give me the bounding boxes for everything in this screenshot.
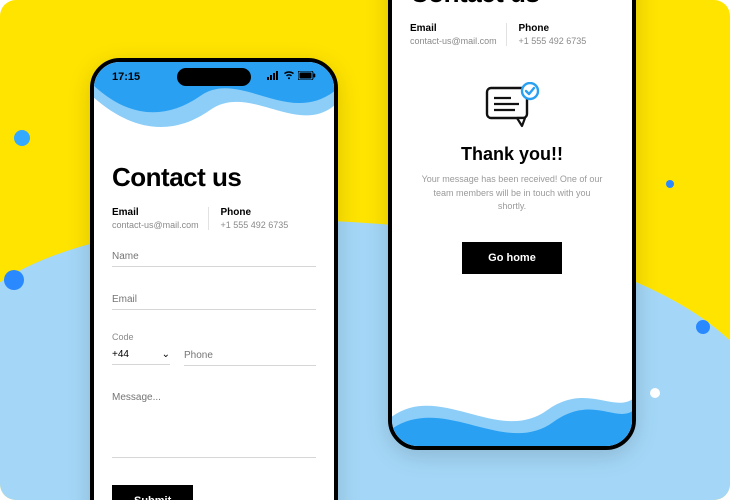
thankyou-body: Your message has been received! One of o… [410, 173, 614, 214]
code-label: Code [112, 332, 170, 342]
battery-icon [298, 71, 316, 83]
submit-button[interactable]: Submit [112, 485, 193, 500]
phone-label: Phone [519, 23, 615, 34]
page-title: Contact us [112, 162, 316, 193]
contact-info: Email contact-us@mail.com Phone +1 555 4… [410, 23, 614, 46]
phone-mockup-thankyou: Contact us Email contact-us@mail.com Pho… [388, 0, 636, 450]
dot-decoration [696, 320, 710, 334]
email-value: contact-us@mail.com [112, 220, 208, 230]
email-label: Email [112, 207, 208, 218]
phone-value: +1 555 492 6735 [519, 36, 615, 46]
phone-mockup-form: 17:15 Contact us Email contact-us@mail.c… [90, 58, 338, 500]
phone-label: Phone [221, 207, 317, 218]
status-time: 17:15 [112, 71, 140, 83]
dot-decoration [650, 388, 660, 398]
email-input[interactable] [112, 290, 316, 310]
email-value: contact-us@mail.com [410, 36, 506, 46]
dot-decoration [4, 270, 24, 290]
message-input[interactable] [112, 388, 316, 458]
dot-decoration [14, 130, 30, 146]
signal-icon [267, 71, 280, 83]
status-icons [267, 71, 316, 83]
wave-bottom-decoration [390, 376, 634, 448]
phone-notch [177, 68, 251, 86]
name-input[interactable] [112, 247, 316, 267]
chevron-down-icon: ⌄ [162, 349, 170, 360]
page-title: Contact us [410, 0, 614, 9]
success-message-icon [410, 82, 614, 132]
contact-info: Email contact-us@mail.com Phone +1 555 4… [112, 207, 316, 230]
showcase-canvas: 17:15 Contact us Email contact-us@mail.c… [0, 0, 730, 500]
country-code-select[interactable]: +44 ⌄ [112, 345, 170, 365]
code-value: +44 [112, 349, 129, 360]
email-label: Email [410, 23, 506, 34]
thankyou-title: Thank you!! [410, 144, 614, 165]
dot-decoration [666, 180, 674, 188]
go-home-button[interactable]: Go home [462, 242, 562, 274]
phone-value: +1 555 492 6735 [221, 220, 317, 230]
wifi-icon [283, 71, 295, 83]
phone-input[interactable] [184, 346, 316, 366]
